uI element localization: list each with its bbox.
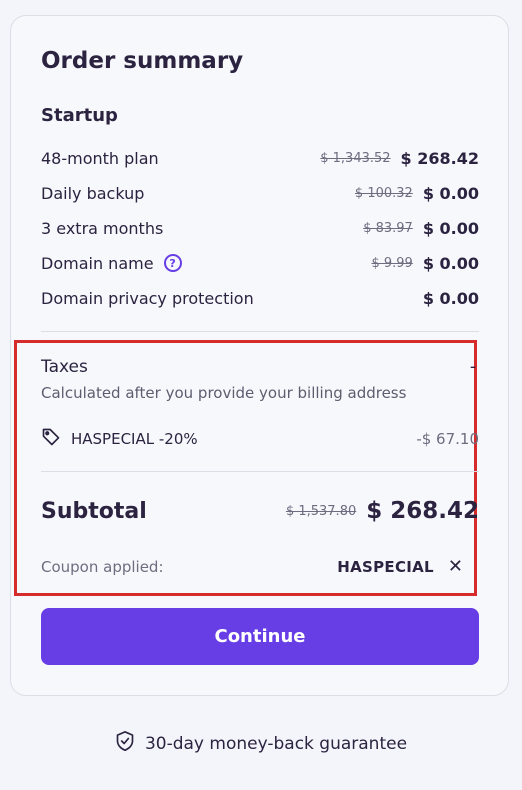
coupon-code: HASPECIAL: [337, 558, 434, 576]
discounted-price: $ 0.00: [422, 218, 479, 238]
discounted-price: $ 0.00: [422, 288, 479, 308]
line-item-domain-name: Domain name ? $ 9.99 $ 0.00: [41, 251, 479, 275]
coupon-label: HASPECIAL -20%: [71, 430, 198, 448]
question-circle-icon[interactable]: ?: [163, 254, 182, 272]
discounted-price: $ 0.00: [422, 183, 479, 203]
tag-icon: [41, 427, 61, 451]
line-item-label: 48-month plan: [41, 148, 159, 168]
taxes-note: Calculated after you provide your billin…: [41, 384, 407, 402]
original-price: $ 100.32: [354, 185, 413, 201]
line-item-plan: 48-month plan $ 1,343.52 $ 268.42: [41, 146, 479, 170]
plan-name: Startup: [41, 105, 118, 126]
divider: [41, 331, 479, 332]
divider: [41, 471, 479, 472]
coupon-discount-amount: -$ 67.10: [416, 430, 479, 448]
subtotal-row: Subtotal $ 1,537.80 $ 268.42: [41, 494, 479, 528]
coupon-applied-label: Coupon applied:: [41, 558, 164, 576]
original-price: $ 1,343.52: [320, 150, 391, 166]
remove-coupon-icon[interactable]: ✕: [448, 558, 463, 576]
original-price: $ 83.97: [363, 220, 413, 236]
original-price: $ 9.99: [371, 255, 413, 271]
taxes-label: Taxes: [41, 357, 88, 377]
subtotal-label: Subtotal: [41, 498, 147, 524]
line-item-daily-backup: Daily backup $ 100.32 $ 0.00: [41, 181, 479, 205]
subtotal-price: $ 268.42: [366, 498, 479, 524]
line-item-label: 3 extra months: [41, 218, 164, 238]
line-item-domain-privacy: Domain privacy protection $ 0.00: [41, 286, 479, 310]
guarantee-text: 30-day money-back guarantee: [144, 733, 408, 754]
order-summary-title: Order summary: [41, 48, 244, 74]
shield-check-icon: [115, 730, 135, 757]
line-item-label: Daily backup: [41, 183, 145, 203]
discounted-price: $ 268.42: [400, 148, 479, 168]
taxes-value: -: [469, 357, 476, 377]
subtotal-original-price: $ 1,537.80: [285, 503, 357, 519]
line-item-label: Domain privacy protection: [41, 288, 254, 308]
line-item-label: Domain name: [41, 253, 154, 273]
order-summary-card: Order summary Startup 48-month plan $ 1,…: [10, 15, 509, 696]
continue-button[interactable]: Continue: [41, 608, 479, 665]
discounted-price: $ 0.00: [422, 253, 479, 273]
coupon-discount-row: HASPECIAL -20% -$ 67.10: [41, 427, 479, 451]
line-item-extra-months: 3 extra months $ 83.97 $ 0.00: [41, 216, 479, 240]
money-back-guarantee: 30-day money-back guarantee: [0, 730, 522, 757]
coupon-applied-row: Coupon applied: HASPECIAL ✕: [41, 555, 463, 579]
